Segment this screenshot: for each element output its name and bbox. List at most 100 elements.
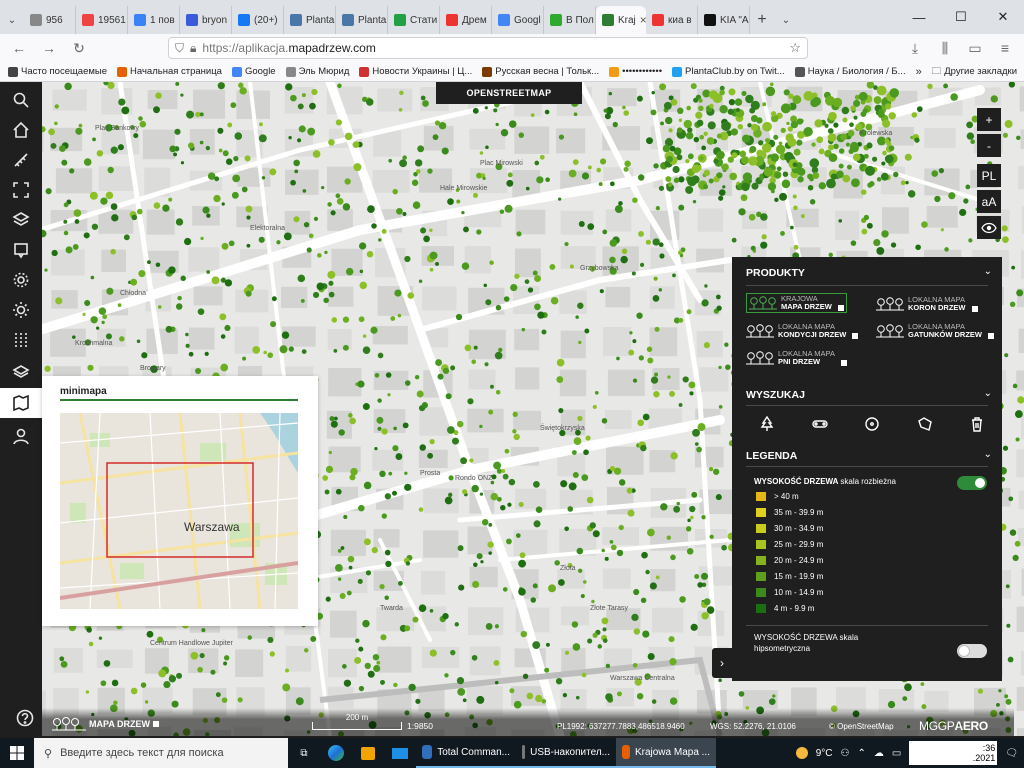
browser-tab[interactable]: (20+) xyxy=(232,6,284,34)
forward-button[interactable]: → xyxy=(36,36,62,60)
bookmark-item[interactable]: Новости Украины | Ц... xyxy=(359,66,472,77)
bookmark-item[interactable]: Часто посещаемые xyxy=(8,66,107,77)
basemap-switch-tab[interactable]: OPENSTREETMAP xyxy=(436,82,582,104)
browser-tab[interactable]: Planta xyxy=(284,6,336,34)
grid-icon xyxy=(840,360,847,366)
zoom-out-button[interactable]: - xyxy=(977,134,1001,157)
clock-date: .2021 xyxy=(972,753,996,763)
product-item[interactable]: LOKALNA MAPA GATUNKÓW DRZEW xyxy=(876,323,995,339)
legend-label: > 40 m xyxy=(774,492,799,501)
browser-tab[interactable]: 956 xyxy=(24,6,76,34)
user-icon[interactable] xyxy=(6,424,36,448)
browser-tab[interactable]: киа в xyxy=(646,6,698,34)
product-item[interactable]: LOKALNA MAPA PNI DRZEW xyxy=(746,350,847,366)
bookmark-item[interactable]: Google xyxy=(231,66,276,77)
people-icon[interactable]: ⚇ xyxy=(840,748,849,759)
browser-tab[interactable]: 1 пов xyxy=(128,6,180,34)
help-icon[interactable] xyxy=(10,706,40,730)
new-tab-button[interactable]: + xyxy=(750,6,774,34)
address-bar[interactable]: ⛉ 🔒︎ https://aplikacja.mapadrzew.com ☆ xyxy=(168,37,808,59)
clock[interactable]: :36.2021 xyxy=(909,741,998,765)
browser-tab[interactable]: KIA "A xyxy=(698,6,750,34)
legend-collapse-icon[interactable]: ⌄ xyxy=(984,449,992,460)
zoom-in-button[interactable]: + xyxy=(977,108,1001,131)
minimap-icon[interactable] xyxy=(0,388,42,418)
maximize-button[interactable]: ☐ xyxy=(940,0,982,34)
minimize-button[interactable]: — xyxy=(898,0,940,34)
search-icon[interactable] xyxy=(6,88,36,112)
store-icon[interactable] xyxy=(352,738,384,768)
tab-overflow-icon[interactable]: ⌄ xyxy=(774,6,798,34)
visibility-eye-icon[interactable] xyxy=(977,216,1001,239)
search-collapse-icon[interactable]: ⌄ xyxy=(984,388,992,399)
tab-label: bryon xyxy=(202,14,228,26)
back-button[interactable]: ← xyxy=(6,36,32,60)
menu-icon[interactable]: ≡ xyxy=(992,36,1018,60)
taskbar-app[interactable]: USB-накопител... xyxy=(516,738,616,768)
cloud-icon[interactable]: ☁ xyxy=(874,748,884,759)
panel-collapse-chevron-icon[interactable]: › xyxy=(712,648,732,678)
language-button[interactable]: PL xyxy=(977,164,1001,187)
url-prefix: https://aplikacja. xyxy=(202,41,289,55)
print-icon[interactable] xyxy=(6,238,36,262)
browser-tab[interactable]: Planta xyxy=(336,6,388,34)
bookmark-item[interactable]: PlantaClub.by on Twit... xyxy=(672,66,785,77)
browser-tab[interactable]: 19561 xyxy=(76,6,128,34)
tab-list-icon[interactable]: ⌄ xyxy=(0,6,24,34)
brightness-icon[interactable] xyxy=(6,298,36,322)
fullscreen-icon[interactable] xyxy=(6,178,36,202)
line-search-icon[interactable] xyxy=(809,414,831,434)
height-hypsometric-toggle[interactable] xyxy=(957,644,987,658)
height-divergent-toggle[interactable] xyxy=(957,476,987,490)
products-collapse-icon[interactable]: ⌄ xyxy=(984,266,992,277)
split-view-icon[interactable] xyxy=(6,328,36,352)
browser-tab[interactable]: Googl xyxy=(492,6,544,34)
product-item[interactable]: KRAJOWA MAPA DRZEW xyxy=(746,293,847,313)
settings-gear-icon[interactable] xyxy=(6,268,36,292)
product-item[interactable]: LOKALNA MAPA KONDYCJI DRZEW xyxy=(746,323,859,339)
circle-search-icon[interactable] xyxy=(861,414,883,434)
taskbar-search-input[interactable]: ⚲ Введите здесь текст для поиска xyxy=(34,738,288,768)
app-icon xyxy=(522,745,526,759)
sidebar-icon[interactable]: ▭ xyxy=(962,36,988,60)
close-window-button[interactable]: ✕ xyxy=(982,0,1024,34)
chevron-up-icon[interactable]: ⌃ xyxy=(857,748,865,759)
bookmark-item[interactable]: Начальная страница xyxy=(117,66,222,77)
downloads-icon[interactable]: ⤓ xyxy=(902,36,928,60)
mail-icon[interactable] xyxy=(384,738,416,768)
bookmarks-folder[interactable]: 🗀 Другие закладки xyxy=(932,64,1017,80)
bookmark-star-icon[interactable]: ☆ xyxy=(789,40,801,56)
taskbar-app[interactable]: Krajowa Mapa ... xyxy=(616,738,716,768)
map-attribution[interactable]: © OpenStreetMap xyxy=(829,722,894,731)
product-item[interactable]: LOKALNA MAPA KORON DRZEW xyxy=(876,296,978,312)
taskbar-app[interactable]: Total Comman... xyxy=(416,738,516,768)
bookmark-item[interactable]: Эль Мюрид xyxy=(285,66,349,77)
browser-tab[interactable]: Дрем xyxy=(440,6,492,34)
network-icon[interactable]: ▭ xyxy=(892,748,901,759)
3d-layers-icon[interactable] xyxy=(6,358,36,382)
bookmark-item[interactable]: •••••••••••• xyxy=(609,66,662,77)
tree-search-icon[interactable] xyxy=(756,414,778,434)
map-street-label: Plac Bankowy xyxy=(95,125,139,132)
notifications-icon[interactable]: 🗨︎ xyxy=(1005,748,1018,759)
library-icon[interactable]: ⫼ xyxy=(932,36,958,60)
ruler-icon[interactable] xyxy=(6,148,36,172)
task-view-icon[interactable]: ⧉ xyxy=(288,738,320,768)
polygon-search-icon[interactable] xyxy=(914,414,936,434)
delete-trash-icon[interactable] xyxy=(966,414,988,434)
edge-browser-icon[interactable] xyxy=(320,738,352,768)
legend-hyps-line2: hipsometryczna xyxy=(754,644,811,653)
browser-tab[interactable]: bryon xyxy=(180,6,232,34)
home-icon[interactable] xyxy=(6,118,36,142)
minimap-view[interactable]: Warszawa xyxy=(60,413,298,609)
bookmark-item[interactable]: Наука / Биология / Б... xyxy=(794,66,906,77)
text-size-button[interactable]: aA xyxy=(977,190,1001,213)
browser-tab[interactable]: Kraj × xyxy=(596,6,646,34)
windows-start-icon[interactable] xyxy=(0,738,34,768)
bookmarks-overflow-icon[interactable]: » xyxy=(916,66,922,78)
bookmark-item[interactable]: Русская весна | Тольк... xyxy=(482,66,599,77)
layers-icon[interactable] xyxy=(6,208,36,232)
browser-tab[interactable]: В Пол xyxy=(544,6,596,34)
browser-tab[interactable]: Стати xyxy=(388,6,440,34)
reload-button[interactable]: ↻ xyxy=(66,36,92,60)
